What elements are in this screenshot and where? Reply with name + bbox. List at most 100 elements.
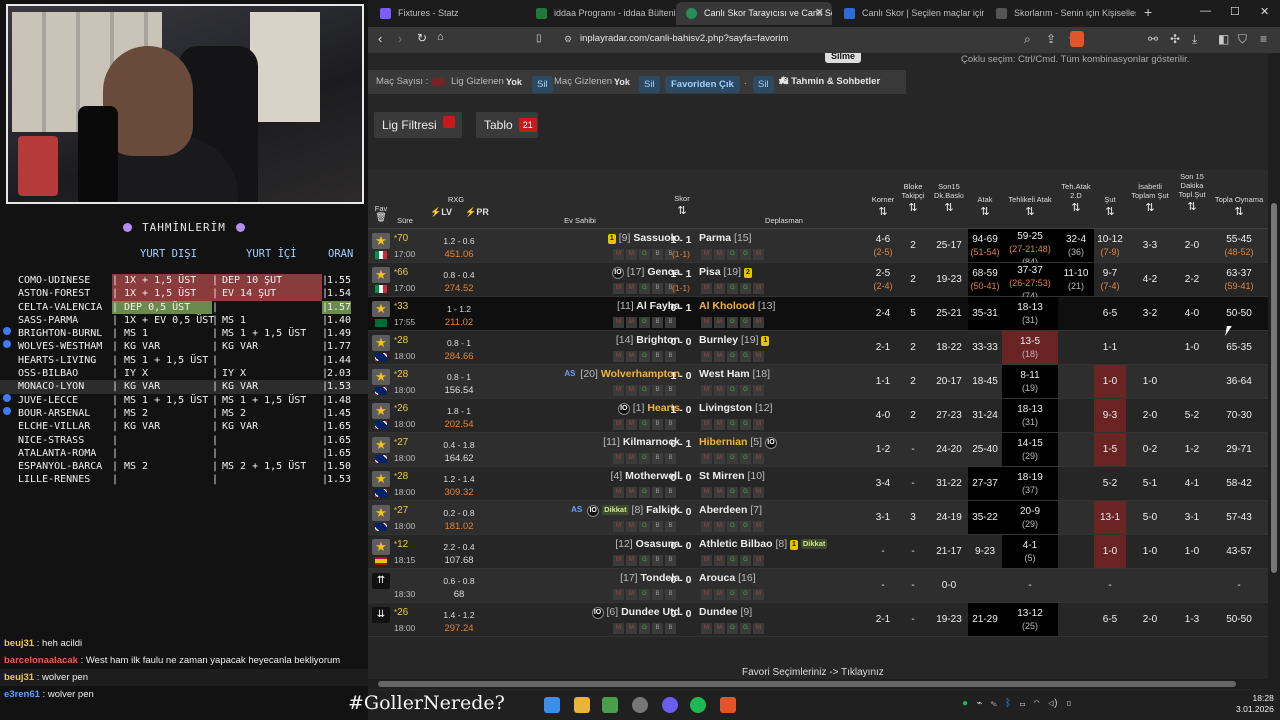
sort-icon[interactable]: ⇅ xyxy=(1058,203,1094,214)
taskbar-clock[interactable]: 18:28 3.01.2026 xyxy=(1236,693,1274,715)
lig-filtresi-button[interactable]: Lig Filtresi xyxy=(374,112,462,138)
tab-canli-skor-active[interactable]: Canlı Skor Tarayıcısı ve Canlı Sonuç✕ xyxy=(676,2,832,25)
col-tehlikeli-atak[interactable]: Tehlikeli Atak ⇅ xyxy=(1002,195,1058,218)
favorite-star-icon[interactable]: ★ xyxy=(372,267,390,283)
match-row[interactable]: ★ *33 17:55 1 - 1.2 211.02 [11] Al Fayha M M G B B… xyxy=(368,297,1268,331)
favorite-star-icon[interactable]: ★ xyxy=(372,233,390,249)
tray-spotify-icon[interactable]: ● xyxy=(962,698,968,709)
menu-icon[interactable]: ≡ xyxy=(1260,32,1267,46)
favorite-star-icon[interactable]: ★ xyxy=(372,437,390,453)
away-team[interactable]: Arouca [16] xyxy=(699,572,756,584)
maximize-button[interactable]: ☐ xyxy=(1230,5,1240,18)
away-team[interactable]: Parma [15] xyxy=(699,232,752,244)
col-fav[interactable]: Fav 🗑 xyxy=(368,204,394,222)
away-team[interactable]: Aberdeen [7] xyxy=(699,504,762,516)
fav-sil-button[interactable]: Sil xyxy=(753,76,774,93)
reload-button[interactable]: ↻ xyxy=(417,31,427,45)
favoriden-cik-button[interactable]: Favoriden Çık xyxy=(665,76,740,93)
col-isabetli[interactable]: İsabetli Toplam Şut ⇅ xyxy=(1126,182,1174,214)
sort-icon[interactable]: ⇅ xyxy=(968,207,1002,218)
file-explorer-icon[interactable] xyxy=(574,697,590,713)
puzzle-icon[interactable]: ✣ xyxy=(1170,32,1180,46)
mac-sil-button[interactable]: Sil xyxy=(639,76,660,93)
favorite-star-icon[interactable]: ★ xyxy=(372,369,390,385)
favorite-star-icon[interactable]: ★ xyxy=(372,301,390,317)
scrollbar-thumb[interactable] xyxy=(1271,203,1277,573)
col-son15-sut[interactable]: Son 15 Dakika Topl.Şut ⇅ xyxy=(1174,172,1210,213)
sort-icon[interactable]: ⇅ xyxy=(1002,207,1058,218)
extension-icon[interactable]: ⚯ xyxy=(1148,32,1158,46)
col-bloke[interactable]: Bloke Takipçi ⇅ xyxy=(898,182,928,214)
match-row[interactable]: ★ *27 18:00 0.4 - 1.8 164.62 [11] Kilmarnock M… xyxy=(368,433,1268,467)
match-row[interactable]: ★ *28 18:00 0.8 - 1 156.54 AS [20] Wolverhamp… xyxy=(368,365,1268,399)
tray-pen-icon[interactable]: ✎ xyxy=(991,698,997,709)
sidebar-icon[interactable]: ◧ xyxy=(1218,32,1229,46)
new-tab-button[interactable]: + xyxy=(1144,4,1152,20)
match-row[interactable]: ★ *28 18:00 0.8 - 1 284.66 [14] Brighton M M G B B… xyxy=(368,331,1268,365)
col-ev-sahibi[interactable]: Ev Sahibi xyxy=(498,216,662,225)
vertical-scrollbar[interactable] xyxy=(1268,53,1280,690)
sort-pr-button[interactable]: ⚡PR xyxy=(462,208,492,217)
back-button[interactable]: ‹ xyxy=(378,31,382,46)
horizontal-scrollbar[interactable] xyxy=(368,679,1268,689)
match-row[interactable]: ★ *28 18:00 1.2 - 1.4 309.32 [4] Motherwell M M… xyxy=(368,467,1268,501)
away-team[interactable]: Al Kholood [13] xyxy=(699,300,775,312)
col-korner[interactable]: Korner ⇅ xyxy=(868,195,898,218)
match-row[interactable]: ★ *70 17:00 1.2 - 0.6 451.06 1 [9] Sassuolo M M… xyxy=(368,229,1268,267)
lig-sil-button[interactable]: Sil xyxy=(532,76,553,93)
away-team[interactable]: Livingston [12] xyxy=(699,402,773,414)
match-row[interactable]: ★ *12 18:15 2.2 - 0.4 107.68 [12] Osasuna M M G B… xyxy=(368,535,1268,569)
scroll-down-button[interactable]: ⇊ xyxy=(372,607,390,623)
tray-wifi-icon[interactable]: ◠ xyxy=(1034,698,1040,709)
app-icon[interactable] xyxy=(602,697,618,713)
brave-shield-icon[interactable] xyxy=(1070,31,1084,47)
tray-volume-icon[interactable]: ◁) xyxy=(1048,698,1057,709)
download-icon[interactable]: ⤓ xyxy=(1192,32,1197,47)
away-team[interactable]: Hibernian [5] IO xyxy=(699,436,777,449)
away-team[interactable]: St Mirren [10] xyxy=(699,470,765,482)
sort-icon[interactable]: ⇅ xyxy=(1094,207,1126,218)
favorite-star-icon[interactable]: ★ xyxy=(372,335,390,351)
favori-secimleriniz-link[interactable]: Favori Seçimleriniz -> Tıklayınız xyxy=(742,667,884,678)
match-row[interactable]: ⇊ *26 18:00 1.4 - 1.2 297.24 IO [6] Dundee Ut… xyxy=(368,603,1268,637)
windows-start-icon[interactable] xyxy=(544,697,560,713)
sort-icon[interactable]: ⇅ xyxy=(1126,203,1174,214)
vpn-icon[interactable]: ⛉ xyxy=(1238,32,1247,47)
tray-network-icon[interactable]: ⌁ xyxy=(976,698,982,709)
favorite-star-icon[interactable]: ★ xyxy=(372,539,390,555)
discord-icon[interactable] xyxy=(662,697,678,713)
sort-icon[interactable]: ⇅ xyxy=(1174,202,1210,213)
url-field[interactable]: inplayradar.com/canli-bahisv2.php?sayfa=… xyxy=(580,33,788,44)
forward-button[interactable]: › xyxy=(398,31,402,46)
away-team[interactable]: Athletic Bilbao [8] 1 Dikkat xyxy=(699,538,828,550)
brave-icon[interactable] xyxy=(720,697,736,713)
tablo-button[interactable]: Tablo 21 xyxy=(476,112,538,138)
bookmark-icon[interactable]: ▯ xyxy=(536,33,542,44)
col-sure[interactable]: Süre xyxy=(394,216,416,225)
sort-icon[interactable]: ⇅ xyxy=(930,203,968,214)
away-team[interactable]: West Ham [18] xyxy=(699,368,770,380)
home-icon[interactable]: ⌂ xyxy=(437,31,444,43)
away-team[interactable]: Pisa [19] 2 xyxy=(699,266,752,278)
tab-skorlarim[interactable]: Skorlarım - Senin için Kişiselleştirilmi… xyxy=(986,2,1136,25)
col-deplasman[interactable]: Deplasman xyxy=(700,216,868,225)
col-teh-atak-2d[interactable]: Teh.Atak 2.D ⇅ xyxy=(1058,182,1094,214)
col-son15[interactable]: Son15 Dk.Baskı ⇅ xyxy=(930,182,968,214)
col-topla-oynama[interactable]: Topla Oynama ⇅ xyxy=(1210,195,1268,218)
zoom-icon[interactable]: ⌕ xyxy=(1024,32,1031,47)
match-row[interactable]: ★ *66 17:00 0.8 - 0.4 274.52 IO [17] Genoa M M G… xyxy=(368,263,1268,301)
match-row[interactable]: ⇈ 18:30 0.6 - 0.8 68 [17] Tondela M M G B B 0 - 0A… xyxy=(368,569,1268,603)
tray-hardware-icon[interactable]: ▭ xyxy=(1019,698,1025,709)
away-team[interactable]: Dundee [9] xyxy=(699,606,752,618)
tray-bluetooth-icon[interactable]: ᛒ xyxy=(1005,698,1011,709)
match-row[interactable]: ★ *26 18:00 1.8 - 1 202.54 IO [1] Hearts M M G B B… xyxy=(368,399,1268,433)
site-info-icon[interactable]: ⚙ xyxy=(564,34,572,45)
sort-icon[interactable]: ⇅ xyxy=(898,203,928,214)
scrollbar-thumb[interactable] xyxy=(378,681,1236,687)
favorite-star-icon[interactable]: ★ xyxy=(372,505,390,521)
away-team[interactable]: Burnley [19] 1 xyxy=(699,334,770,346)
match-row[interactable]: ★ *27 18:00 0.2 - 0.8 181.02 AS IO Dikkat [8]… xyxy=(368,501,1268,535)
tab-iddaa[interactable]: iddaa Programı - iddaa Bülteni | iddaa xyxy=(526,2,676,25)
minimize-button[interactable]: — xyxy=(1200,5,1211,17)
tab-fixtures[interactable]: Fixtures - Statz xyxy=(370,2,520,25)
